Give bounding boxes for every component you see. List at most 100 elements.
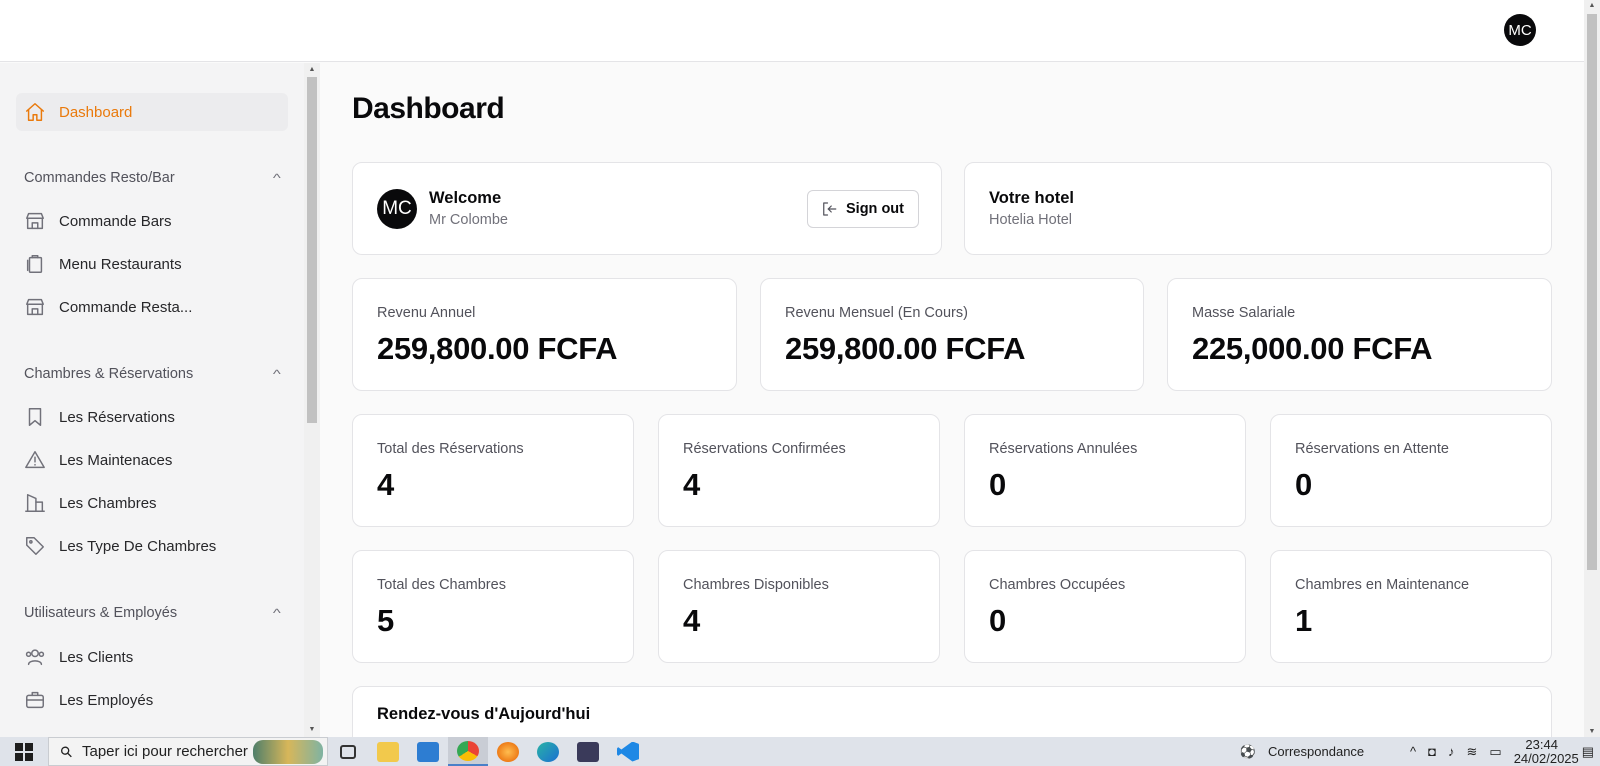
store-app-icon[interactable] (408, 737, 448, 766)
task-view-icon[interactable] (328, 737, 368, 766)
stat-label: Total des Réservations (377, 441, 524, 457)
stat-value: 4 (683, 603, 701, 638)
volume-icon[interactable]: ♪ (1448, 744, 1455, 759)
stat-label: Revenu Mensuel (En Cours) (785, 305, 968, 321)
sidebar-item-label: Les Type De Chambres (59, 537, 217, 555)
file-explorer-icon[interactable] (368, 737, 408, 766)
hotel-title: Votre hotel (989, 189, 1074, 207)
search-highlight-image (253, 740, 323, 764)
hotel-name: Hotelia Hotel (989, 212, 1073, 228)
stat-card-revenu-annuel: Revenu Annuel 259,800.00 FCFA (352, 278, 737, 391)
sidebar-item-reservations[interactable]: Les Réservations (16, 398, 288, 436)
hotel-card: Votre hotel Hotelia Hotel (964, 162, 1552, 255)
chrome-icon[interactable] (448, 737, 488, 766)
sidebar-item-commande-restaurants[interactable]: Commande Resta... (16, 288, 288, 326)
page-scroll-thumb[interactable] (1587, 14, 1597, 570)
edge-icon[interactable] (528, 737, 568, 766)
stat-label: Chambres Disponibles (683, 577, 829, 593)
stat-value: 0 (1295, 467, 1313, 502)
battery-icon: ▭ (1489, 743, 1502, 759)
taskbar-search-input[interactable]: ⚲ Taper ici pour rechercher (48, 737, 328, 766)
sidebar-scrollbar[interactable]: ▲ ▼ (304, 63, 320, 737)
taskbar: ⚲ Taper ici pour rechercher ⚽ Correspond… (0, 737, 1600, 766)
sidebar: Dashboard Commandes Resto/Bar ^ Commande… (0, 63, 304, 737)
sidebar-item-dashboard[interactable]: Dashboard (16, 93, 288, 131)
avatar: MC (377, 189, 417, 229)
stat-label: Réservations en Attente (1295, 441, 1449, 457)
sign-out-label: Sign out (846, 201, 904, 217)
chevron-up-icon: ^ (273, 367, 282, 381)
stat-card-revenu-mensuel: Revenu Mensuel (En Cours) 259,800.00 FCF… (760, 278, 1144, 391)
welcome-card: MC Welcome Mr Colombe Sign out (352, 162, 942, 255)
sidebar-item-label: Commande Bars (59, 212, 172, 230)
stat-value: 259,800.00 FCFA (785, 331, 1026, 366)
group-utilisateurs-employes[interactable]: Utilisateurs & Employés ^ (16, 598, 288, 628)
stat-value: 259,800.00 FCFA (377, 331, 618, 366)
scroll-up-arrow-icon[interactable]: ▲ (304, 65, 320, 75)
sidebar-item-label: Commande Resta... (59, 298, 193, 316)
sign-out-button[interactable]: Sign out (807, 190, 919, 228)
chevron-up-icon[interactable]: ^ (1410, 744, 1416, 759)
notification-text[interactable]: Correspondance (1268, 744, 1398, 759)
app-icon[interactable] (568, 737, 608, 766)
home-icon (24, 101, 46, 123)
stat-card-total-chambres: Total des Chambres 5 (352, 550, 634, 663)
notification-center-icon[interactable]: ▤ (1582, 744, 1594, 760)
group-commandes-resto-bar[interactable]: Commandes Resto/Bar ^ (16, 163, 288, 193)
stat-card-chambres-disponibles: Chambres Disponibles 4 (658, 550, 940, 663)
clipboard-icon (24, 253, 46, 275)
group-title: Chambres & Réservations (24, 366, 194, 382)
sidebar-item-label: Les Maintenaces (59, 451, 173, 469)
sidebar-item-clients[interactable]: Les Clients (16, 638, 288, 676)
stat-label: Masse Salariale (1192, 305, 1296, 321)
briefcase-icon (24, 689, 46, 711)
sidebar-item-maintenances[interactable]: Les Maintenaces (16, 441, 288, 479)
sidebar-item-type-chambres[interactable]: Les Type De Chambres (16, 527, 288, 565)
notification-soccer-icon: ⚽ (1239, 743, 1257, 759)
stat-label: Réservations Annulées (989, 441, 1138, 457)
stat-label: Total des Chambres (377, 577, 506, 593)
stat-label: Revenu Annuel (377, 305, 476, 321)
group-title: Commandes Resto/Bar (24, 170, 175, 186)
windows-start-icon[interactable] (0, 737, 48, 766)
search-placeholder: Taper ici pour rechercher (82, 743, 248, 760)
webcam-icon: ◘ (1428, 744, 1436, 759)
stat-label: Réservations Confirmées (683, 441, 846, 457)
firefox-icon[interactable] (488, 737, 528, 766)
appointments-title: Rendez-vous d'Aujourd'hui (377, 705, 591, 723)
sidebar-item-label: Les Chambres (59, 494, 157, 512)
stat-card-reservations-confirmees: Réservations Confirmées 4 (658, 414, 940, 527)
sidebar-item-menu-restaurants[interactable]: Menu Restaurants (16, 245, 288, 283)
clock-time: 23:44 (1525, 736, 1558, 752)
stat-value: 0 (989, 467, 1007, 502)
scroll-down-arrow-icon[interactable]: ▼ (1584, 728, 1600, 735)
sign-out-icon (823, 202, 837, 216)
group-title: Utilisateurs & Employés (24, 605, 178, 621)
page-title: Dashboard (352, 92, 505, 125)
alert-triangle-icon (24, 449, 46, 471)
sidebar-item-chambres[interactable]: Les Chambres (16, 484, 288, 522)
sidebar-item-label: Les Clients (59, 648, 134, 666)
stat-value: 0 (989, 603, 1007, 638)
wifi-icon[interactable]: ≋ (1467, 744, 1478, 760)
chevron-up-icon: ^ (273, 606, 282, 620)
stat-value: 4 (683, 467, 701, 502)
sidebar-item-label: Les Employés (59, 691, 154, 709)
scroll-down-arrow-icon[interactable]: ▼ (304, 725, 320, 735)
vscode-icon[interactable] (608, 737, 648, 766)
sidebar-item-label: Dashboard (59, 103, 133, 121)
sidebar-item-label: Menu Restaurants (59, 255, 182, 273)
stat-card-reservations-annulees: Réservations Annulées 0 (964, 414, 1246, 527)
sidebar-item-commande-bars[interactable]: Commande Bars (16, 202, 288, 240)
top-header: MC (0, 0, 1584, 62)
clock[interactable]: 23:44 24/02/2025 (1513, 736, 1579, 766)
sidebar-item-employes[interactable]: Les Employés (16, 681, 288, 719)
search-icon: ⚲ (56, 741, 77, 762)
sidebar-scroll-thumb[interactable] (307, 77, 317, 423)
page-scrollbar[interactable]: ▲ ▼ (1584, 0, 1600, 737)
scroll-up-arrow-icon[interactable]: ▲ (1584, 2, 1600, 9)
clock-date: 24/02/2025 (1513, 750, 1579, 766)
user-avatar[interactable]: MC (1504, 14, 1536, 46)
bookmark-icon (24, 406, 46, 428)
group-chambres-reservations[interactable]: Chambres & Réservations ^ (16, 359, 288, 389)
